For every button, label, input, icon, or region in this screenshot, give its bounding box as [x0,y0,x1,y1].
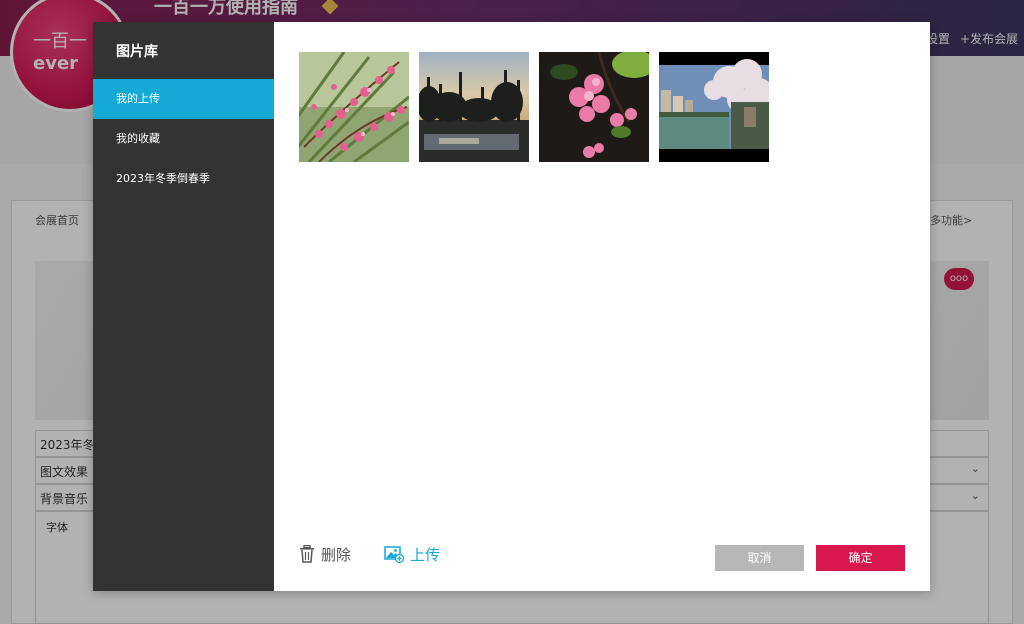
image-thumbnail-2[interactable] [419,52,529,162]
image-library-modal: 图片库 我的上传 我的收藏 2023年冬季倒春季 删除 上传 取消 确定 [93,22,930,591]
sidebar-item-my-favorites[interactable]: 我的收藏 [93,119,274,159]
sidebar-item-album-2023[interactable]: 2023年冬季倒春季 [93,159,274,199]
sidebar-item-label: 2023年冬季倒春季 [116,172,210,185]
delete-button[interactable]: 删除 [299,541,351,567]
upload-button[interactable]: 上传 [384,541,440,567]
plum-blossom-photo [299,52,409,162]
sidebar-item-my-uploads[interactable]: 我的上传 [93,79,274,119]
confirm-button[interactable]: 确定 [816,545,905,571]
cancel-button[interactable]: 取消 [715,545,804,571]
canal-cherry-photo [659,52,769,162]
modal-title: 图片库 [116,44,158,60]
image-upload-icon [384,545,404,563]
pink-flower-photo [539,52,649,162]
upload-label: 上传 [410,545,441,564]
trash-icon [300,545,314,563]
image-thumbnail-3[interactable] [539,52,649,162]
modal-sidebar: 图片库 我的上传 我的收藏 2023年冬季倒春季 [93,22,274,591]
sidebar-item-label: 我的上传 [116,92,160,105]
delete-label: 删除 [321,545,352,564]
image-thumbnail-1[interactable] [299,52,409,162]
image-grid-panel: 删除 上传 取消 确定 [274,22,930,591]
image-thumbnail-4[interactable] [659,52,769,162]
sidebar-item-label: 我的收藏 [116,132,160,145]
sunset-pond-photo [419,52,529,162]
